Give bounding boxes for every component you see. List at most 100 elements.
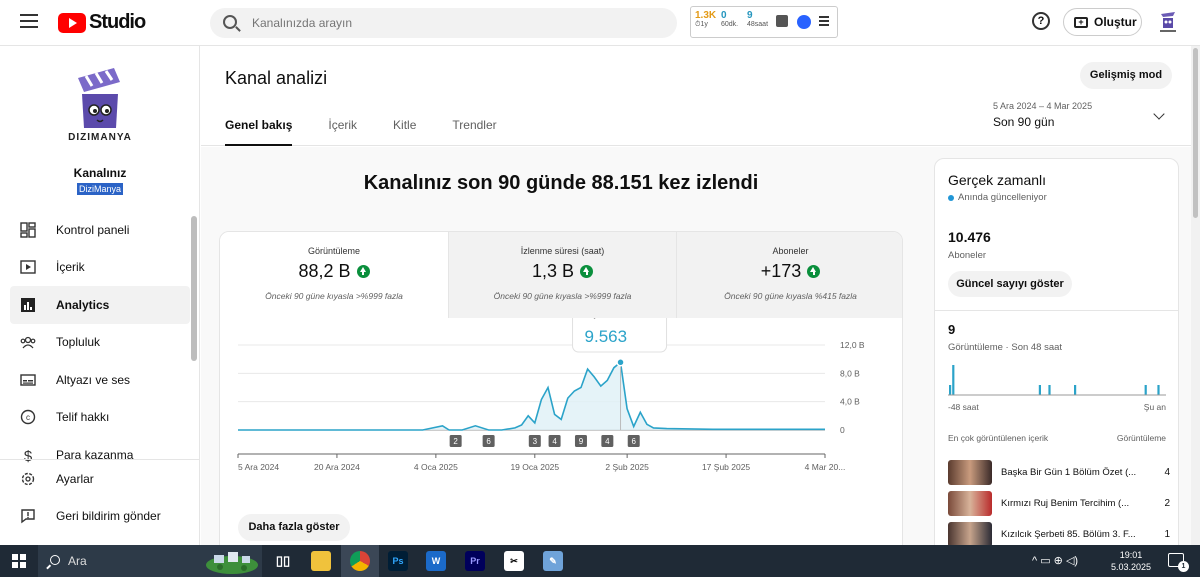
- analytics-icon: [21, 297, 35, 312]
- metric-subscribers[interactable]: Aboneler +173 Önceki 90 güne kıyasla %41…: [676, 232, 902, 318]
- search-input[interactable]: [252, 8, 652, 38]
- sidebar-nav: Kontrol paneli İçerik Analytics Topluluk…: [10, 211, 190, 474]
- system-tray[interactable]: ^ ▭ ⊕ ◁): [1032, 554, 1078, 567]
- community-icon: [20, 337, 36, 349]
- taskbar-clock[interactable]: 19:01 5.03.2025: [1108, 549, 1154, 573]
- create-button[interactable]: + Oluştur: [1063, 8, 1142, 36]
- sidebar-item-subtitles[interactable]: Altyazı ve ses: [10, 361, 190, 399]
- capcut-icon[interactable]: ✂: [504, 551, 524, 571]
- realtime-bar-chart[interactable]: [948, 357, 1166, 397]
- advanced-mode-button[interactable]: Gelişmiş mod: [1080, 62, 1172, 89]
- x-tick-label: 4 Oca 2025: [414, 462, 458, 472]
- page-scrollbar[interactable]: [1191, 46, 1200, 545]
- sidebar: DIZIMANYA Kanalınız DiziManya Kontrol pa…: [0, 46, 200, 545]
- mini-axis-right: Şu an: [1143, 402, 1166, 412]
- app-w-icon[interactable]: W: [426, 551, 446, 571]
- sidebar-item-dashboard[interactable]: Kontrol paneli: [10, 211, 190, 249]
- show-more-button[interactable]: Daha fazla göster: [238, 514, 350, 541]
- tab-overview[interactable]: Genel bakış: [225, 118, 293, 146]
- date-range-label: Son 90 gün: [993, 115, 1055, 129]
- search-highlight-image[interactable]: [204, 547, 260, 575]
- tab-trends[interactable]: Trendler: [452, 118, 496, 146]
- video-thumbnail: [948, 459, 992, 485]
- views-chart[interactable]: 0 4,0 B 8,0 B 12,0 B 5 Ara 2024 20 Ara 2024 4 …: [220, 318, 903, 545]
- x-tick-label: 5 Ara 2024: [238, 462, 279, 472]
- help-button[interactable]: ?: [1032, 12, 1050, 30]
- sidebar-item-copyright[interactable]: c Telif hakkı: [10, 399, 190, 437]
- video-thumbnail: [948, 490, 992, 516]
- channel-handle: DiziManya: [77, 183, 124, 195]
- search-bar[interactable]: [210, 8, 677, 38]
- channel-title: Kanalınız: [73, 166, 127, 180]
- sidebar-item-feedback[interactable]: Geri bildirim gönder: [10, 498, 190, 536]
- metric-label: İzlenme süresi (saat): [520, 246, 605, 256]
- search-icon: [50, 555, 60, 565]
- extension-logo-icon[interactable]: [797, 15, 811, 29]
- top-video-item[interactable]: Başka Bir Gün 1 Bölüm Özet (... 4: [948, 459, 1170, 485]
- sidebar-item-community[interactable]: Topluluk: [10, 324, 190, 362]
- sidebar-item-content[interactable]: İçerik: [10, 249, 190, 287]
- copyright-icon: c: [20, 410, 36, 425]
- chevron-down-icon[interactable]: [1153, 108, 1165, 120]
- ext-stat-1-value: 1.3K: [695, 10, 717, 21]
- notepad-icon[interactable]: ✎: [543, 551, 563, 571]
- notification-icon[interactable]: 1: [1168, 553, 1189, 572]
- top-video-item[interactable]: Kızılcık Şerbeti 85. Bölüm 3. F... 1: [948, 521, 1170, 545]
- tab-content[interactable]: İçerik: [328, 118, 357, 146]
- top-video-item[interactable]: Kırmızı Ruj Benim Tercihim (... 2: [948, 490, 1170, 516]
- task-view-icon[interactable]: ▯▯: [273, 551, 293, 571]
- page-scrollbar-thumb[interactable]: [1193, 48, 1198, 218]
- channel-logo-wordmark: DIZIMANYA: [68, 132, 132, 143]
- metric-views[interactable]: Görüntüleme 88,2 B Önceki 90 güne kıyasl…: [220, 232, 448, 318]
- chrome-icon[interactable]: [350, 551, 370, 571]
- realtime-bar: [949, 385, 952, 395]
- metric-watch-time[interactable]: İzlenme süresi (saat) 1,3 B Önceki 90 gü…: [448, 232, 676, 318]
- upload-marker-label: 2: [453, 437, 458, 446]
- sidebar-item-label: Ayarlar: [56, 471, 94, 486]
- top-views-label: Görüntüleme: [1116, 433, 1166, 443]
- menu-icon[interactable]: [20, 14, 38, 28]
- premiere-icon[interactable]: Pr: [465, 551, 485, 571]
- x-tick-label: 4 Mar 20...: [805, 462, 846, 472]
- windows-start-icon[interactable]: [12, 554, 26, 568]
- settings-icon: [21, 472, 35, 485]
- sidebar-item-label: Geri bildirim gönder: [56, 509, 161, 524]
- video-views: 2: [1164, 497, 1170, 509]
- mini-axis-left: -48 saat: [948, 402, 979, 412]
- x-tick-label: 17 Şub 2025: [702, 462, 750, 472]
- stats-extension[interactable]: 1.3K ⏱1y 0 60dk. 9 48saat: [690, 6, 838, 38]
- photoshop-icon[interactable]: Ps: [388, 551, 408, 571]
- sidebar-item-settings[interactable]: Ayarlar: [10, 460, 190, 498]
- sidebar-item-label: Altyazı ve ses: [56, 372, 131, 387]
- show-live-count-button[interactable]: Güncel sayıyı göster: [948, 271, 1072, 297]
- feedback-icon: [21, 509, 35, 524]
- sidebar-item-label: Telif hakkı: [56, 410, 110, 425]
- account-avatar[interactable]: [1157, 10, 1179, 34]
- extension-menu-icon[interactable]: [819, 16, 829, 28]
- realtime-bar: [1038, 385, 1041, 395]
- studio-logo[interactable]: Studio: [58, 11, 146, 34]
- video-title: Başka Bir Gün 1 Bölüm Özet (...: [1001, 466, 1137, 478]
- upload-marker-label: 3: [533, 437, 538, 446]
- taskbar-search-label: Ara: [68, 554, 87, 568]
- tooltip-value: 9.563: [585, 327, 628, 346]
- sidebar-scrollbar[interactable]: [191, 216, 197, 361]
- tab-audience[interactable]: Kitle: [393, 118, 416, 146]
- live-dot-icon: [948, 194, 954, 201]
- upload-marker-label: 6: [486, 437, 491, 446]
- bar-chart-icon[interactable]: [776, 15, 788, 27]
- realtime-subscribers-label: Aboneler: [948, 250, 987, 261]
- top-content-label: En çok görüntülenen içerik: [948, 433, 1049, 443]
- file-explorer-icon[interactable]: [311, 551, 331, 571]
- ext-stat-1-label: ⏱1y: [695, 21, 708, 28]
- svg-text:c: c: [26, 413, 30, 422]
- page-title: Kanal analizi: [225, 68, 328, 88]
- highlight-point: [616, 358, 625, 367]
- date-range-selector[interactable]: 5 Ara 2024 – 4 Mar 2025 Son 90 gün: [993, 101, 1092, 129]
- y-tick-label: 4,0 B: [840, 397, 860, 407]
- metric-compare: Önceki 90 güne kıyasla >%999 fazla: [493, 291, 632, 301]
- sidebar-item-analytics[interactable]: Analytics: [10, 286, 190, 324]
- studio-logo-text: Studio: [89, 11, 146, 33]
- realtime-views-label: Görüntüleme · Son 48 saat: [948, 342, 1063, 353]
- arrow-up-icon: [580, 265, 594, 278]
